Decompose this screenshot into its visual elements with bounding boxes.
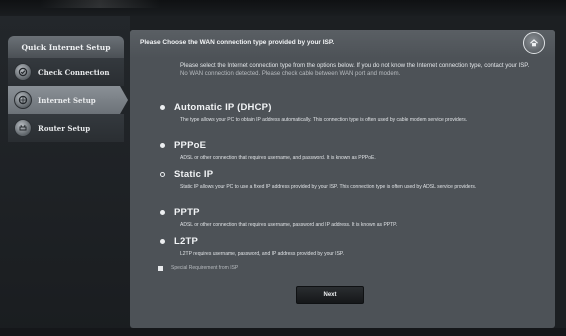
- radio-pppoe[interactable]: [160, 143, 165, 148]
- special-requirement-checkbox[interactable]: [158, 265, 163, 271]
- option-description: Static IP allows your PC to use a fixed …: [180, 184, 477, 190]
- radio-dhcp[interactable]: [160, 105, 165, 110]
- option-label: PPTP: [174, 207, 200, 218]
- sidebar-item-label: Internet Setup: [38, 95, 96, 105]
- option-description: The type allows your PC to obtain IP add…: [180, 117, 468, 123]
- special-requirement-row: Special Requirement from ISP: [158, 265, 238, 271]
- option-label: Automatic IP (DHCP): [174, 102, 272, 113]
- page-title: Please Choose the WAN connection type pr…: [140, 39, 335, 46]
- wan-warning: No WAN connection detected. Please check…: [180, 71, 401, 77]
- option-static-ip[interactable]: Static IP: [160, 169, 213, 180]
- main-panel: Please Choose the WAN connection type pr…: [130, 30, 555, 328]
- sidebar-header: Quick Internet Setup: [8, 36, 124, 58]
- option-label: L2TP: [174, 236, 199, 247]
- special-requirement-label: Special Requirement from ISP: [171, 265, 239, 271]
- top-sheen: [40, 0, 160, 8]
- radio-pptp[interactable]: [160, 210, 165, 215]
- globe-check-icon: [14, 63, 32, 81]
- next-button[interactable]: Next: [296, 286, 364, 304]
- sidebar-item-internet-setup[interactable]: Internet Setup: [8, 86, 128, 114]
- intro-text: Please select the Internet connection ty…: [180, 62, 530, 78]
- option-label: Static IP: [174, 169, 214, 180]
- option-l2tp[interactable]: L2TP: [160, 236, 198, 247]
- option-pptp[interactable]: PPTP: [160, 207, 200, 218]
- radio-static-ip[interactable]: [160, 172, 165, 177]
- option-pppoe[interactable]: PPPoE: [160, 140, 206, 151]
- option-description: L2TP requires username, password, and IP…: [180, 251, 344, 257]
- sidebar: Quick Internet Setup Check Connection In…: [0, 16, 130, 336]
- option-dhcp[interactable]: Automatic IP (DHCP): [160, 102, 272, 113]
- radio-l2tp[interactable]: [160, 239, 165, 244]
- bottom-band: [0, 328, 566, 336]
- sidebar-item-check-connection[interactable]: Check Connection: [8, 58, 124, 86]
- option-label: PPPoE: [174, 140, 207, 151]
- main-header: Please Choose the WAN connection type pr…: [130, 30, 555, 58]
- option-description: ADSL or other connection that requires u…: [180, 155, 376, 161]
- sidebar-item-label: Check Connection: [38, 67, 110, 77]
- sidebar-item-router-setup[interactable]: Router Setup: [8, 114, 124, 142]
- home-button[interactable]: [523, 32, 545, 54]
- sidebar-item-label: Router Setup: [38, 123, 91, 133]
- top-band: [0, 0, 566, 16]
- home-icon: [530, 39, 538, 47]
- option-description: ADSL or other connection that requires u…: [180, 222, 398, 228]
- intro-message: Please select the Internet connection ty…: [180, 63, 530, 69]
- globe-settings-icon: [14, 91, 32, 109]
- router-gear-icon: [14, 119, 32, 137]
